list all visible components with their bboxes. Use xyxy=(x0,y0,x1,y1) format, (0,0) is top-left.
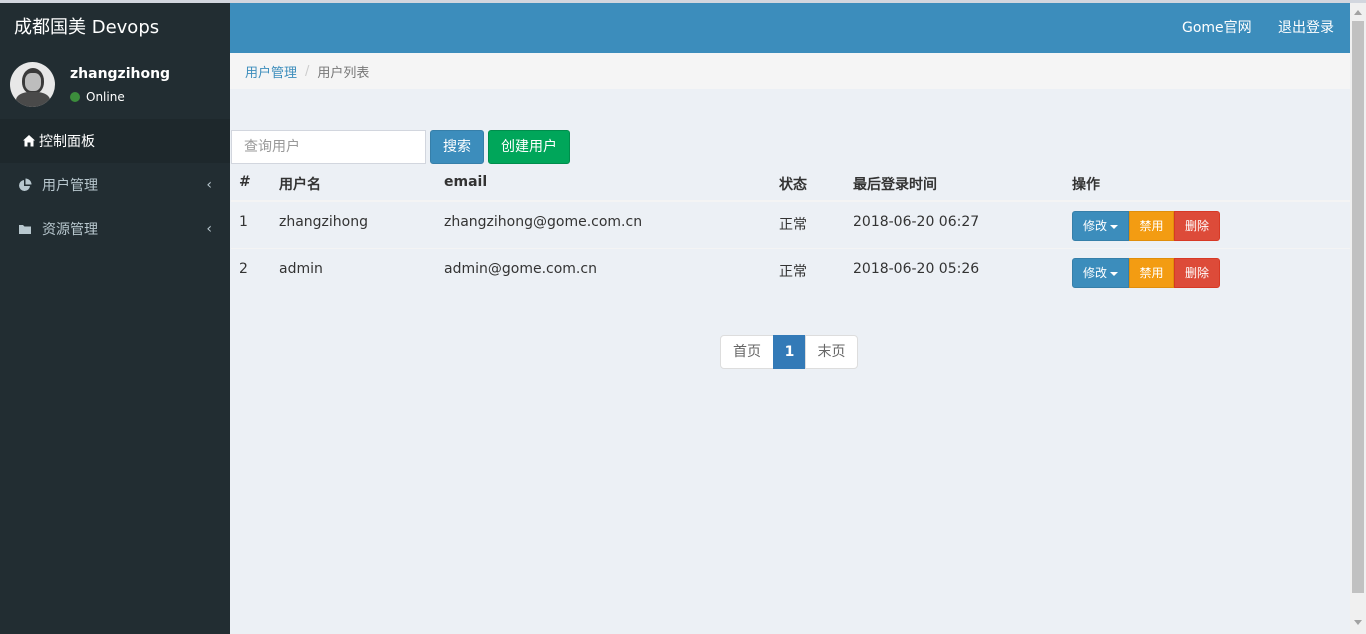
sidebar: 成都国美 Devops zhangzihong Online 控制面板 用户管理… xyxy=(0,3,230,634)
caret-down-icon xyxy=(1110,271,1119,276)
search-input[interactable] xyxy=(231,130,426,164)
create-user-button[interactable]: 创建用户 xyxy=(488,130,570,164)
gome-site-link[interactable]: Gome官网 xyxy=(1182,3,1252,53)
avatar xyxy=(10,62,55,107)
last-page-button[interactable]: 末页 xyxy=(805,335,858,369)
column-header: # xyxy=(239,174,251,190)
pie-chart-icon xyxy=(19,178,32,191)
delete-button[interactable]: 删除 xyxy=(1174,258,1220,288)
cell-status: 正常 xyxy=(779,217,807,233)
table-row: 1 zhangzihong zhangzihong@gome.com.cn 正常… xyxy=(231,201,1350,248)
user-panel: zhangzihong Online xyxy=(0,53,230,119)
disable-button[interactable]: 禁用 xyxy=(1129,258,1174,288)
edit-dropdown-button[interactable]: 修改 xyxy=(1072,211,1129,241)
scroll-up-arrow-icon[interactable] xyxy=(1354,10,1362,15)
cell-email: admin@gome.com.cn xyxy=(444,261,597,277)
cell-username: admin xyxy=(279,261,323,277)
edit-label: 修改 xyxy=(1083,219,1108,233)
delete-button[interactable]: 删除 xyxy=(1174,211,1220,241)
logout-link[interactable]: 退出登录 xyxy=(1278,3,1334,53)
sidebar-item-dashboard[interactable]: 控制面板 xyxy=(0,119,230,163)
cell-id: 1 xyxy=(239,214,248,230)
chevron-left-icon: ‹ xyxy=(206,221,212,237)
sidebar-item-label: 用户管理 xyxy=(42,178,98,194)
first-page-button[interactable]: 首页 xyxy=(720,335,774,369)
sidebar-item-user-management[interactable]: 用户管理 ‹ xyxy=(0,163,230,207)
scroll-thumb[interactable] xyxy=(1352,21,1364,593)
column-header: email xyxy=(444,174,488,190)
cell-username: zhangzihong xyxy=(279,214,368,230)
top-navbar: Gome官网 退出登录 xyxy=(230,3,1350,53)
search-button[interactable]: 搜索 xyxy=(430,130,484,164)
online-dot-icon xyxy=(70,92,80,102)
cell-last-login: 2018-06-20 06:27 xyxy=(853,214,980,230)
cell-last-login: 2018-06-20 05:26 xyxy=(853,261,980,277)
column-header: 状态 xyxy=(779,177,807,193)
edit-dropdown-button[interactable]: 修改 xyxy=(1072,258,1129,288)
pagination: 首页 1 末页 xyxy=(720,335,858,369)
user-status-label: Online xyxy=(86,90,125,104)
current-page-button[interactable]: 1 xyxy=(773,335,806,369)
scroll-down-arrow-icon[interactable] xyxy=(1354,620,1362,625)
sidebar-item-label: 资源管理 xyxy=(42,222,98,238)
column-header: 用户名 xyxy=(279,177,321,193)
chevron-left-icon: ‹ xyxy=(206,177,212,193)
breadcrumb-current: 用户列表 xyxy=(317,65,370,81)
user-name: zhangzihong xyxy=(70,66,171,82)
breadcrumb: 用户管理 / 用户列表 xyxy=(230,53,1350,89)
column-header: 最后登录时间 xyxy=(853,177,937,193)
app-logo[interactable]: 成都国美 Devops xyxy=(0,3,230,53)
table-row: 2 admin admin@gome.com.cn 正常 2018-06-20 … xyxy=(231,248,1350,295)
user-table: # 用户名 email 状态 最后登录时间 操作 1 zhangzihong z… xyxy=(231,164,1350,295)
sidebar-item-resource-management[interactable]: 资源管理 ‹ xyxy=(0,207,230,251)
caret-down-icon xyxy=(1110,224,1119,229)
home-icon xyxy=(23,135,35,147)
user-status: Online xyxy=(70,90,125,104)
folder-icon xyxy=(19,225,31,234)
column-header: 操作 xyxy=(1072,177,1100,193)
cell-status: 正常 xyxy=(779,264,807,280)
vertical-scrollbar[interactable] xyxy=(1350,3,1366,634)
cell-email: zhangzihong@gome.com.cn xyxy=(444,214,643,230)
table-header-row: # 用户名 email 状态 最后登录时间 操作 xyxy=(231,164,1350,201)
row-actions: 修改 禁用 删除 xyxy=(1072,211,1220,241)
row-actions: 修改 禁用 删除 xyxy=(1072,258,1220,288)
edit-label: 修改 xyxy=(1083,266,1108,280)
sidebar-item-label: 控制面板 xyxy=(39,134,95,150)
breadcrumb-separator: / xyxy=(305,63,310,79)
disable-button[interactable]: 禁用 xyxy=(1129,211,1174,241)
cell-id: 2 xyxy=(239,261,248,277)
breadcrumb-parent-link[interactable]: 用户管理 xyxy=(245,62,297,81)
